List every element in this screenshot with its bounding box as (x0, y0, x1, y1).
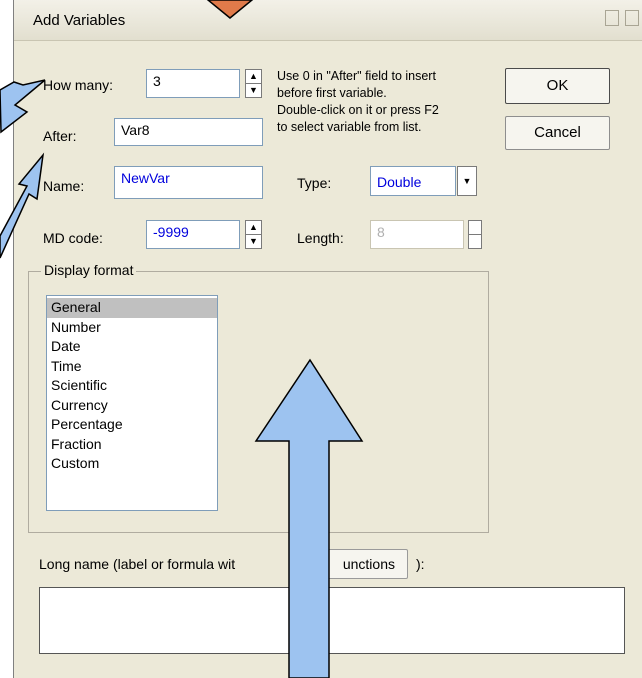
long-name-label-end: ): (416, 556, 425, 572)
title-bar-controls (605, 10, 639, 26)
functions-button[interactable]: unctions (310, 549, 408, 579)
how-many-stepper[interactable]: ▲ ▼ (245, 69, 262, 98)
after-label: After: (43, 128, 77, 144)
list-item[interactable]: Percentage (47, 415, 217, 435)
ok-button[interactable]: OK (505, 68, 610, 104)
display-format-list[interactable]: General Number Date Time Scientific Curr… (46, 295, 218, 511)
type-select-value: Double (377, 174, 422, 190)
length-input: 8 (370, 220, 464, 249)
type-select[interactable]: Double (370, 166, 456, 196)
after-hint-text: Use 0 in "After" field to insert before … (277, 68, 507, 136)
hint-line: to select variable from list. (277, 120, 422, 134)
list-item[interactable]: Number (47, 318, 217, 338)
name-label: Name: (43, 178, 85, 194)
name-input[interactable]: NewVar (114, 166, 263, 199)
how-many-input[interactable]: 3 (146, 69, 240, 98)
hint-line: Use 0 in "After" field to insert (277, 69, 436, 83)
hint-line: before first variable. (277, 86, 387, 100)
list-item[interactable]: Time (47, 357, 217, 377)
md-code-input[interactable]: -9999 (146, 220, 240, 249)
list-item[interactable]: Scientific (47, 376, 217, 396)
maximize-icon[interactable] (625, 10, 639, 26)
title-bar: Add Variables (14, 0, 642, 41)
list-item[interactable]: Currency (47, 396, 217, 416)
list-item[interactable]: Custom (47, 454, 217, 474)
cancel-button[interactable]: Cancel (505, 116, 610, 150)
hint-line: Double-click on it or press F2 (277, 103, 439, 117)
step-up-icon (469, 221, 481, 235)
after-input[interactable]: Var8 (114, 118, 263, 146)
restore-icon[interactable] (605, 10, 619, 26)
type-dropdown-button[interactable]: ▼ (457, 166, 477, 196)
list-item[interactable]: Date (47, 337, 217, 357)
step-down-icon[interactable]: ▼ (246, 235, 261, 249)
md-code-label: MD code: (43, 230, 103, 246)
list-item[interactable]: General (47, 298, 217, 318)
type-label: Type: (297, 175, 332, 191)
dialog-title: Add Variables (33, 12, 126, 29)
step-down-icon[interactable]: ▼ (246, 84, 261, 98)
how-many-label: How many: (43, 77, 114, 93)
long-name-input[interactable] (39, 587, 625, 654)
step-up-icon[interactable]: ▲ (246, 70, 261, 84)
chevron-down-icon: ▼ (462, 176, 472, 186)
list-item[interactable]: Fraction (47, 435, 217, 455)
step-down-icon (469, 235, 481, 249)
long-name-label: Long name (label or formula wit (39, 556, 236, 572)
step-up-icon[interactable]: ▲ (246, 221, 261, 235)
md-code-stepper[interactable]: ▲ ▼ (245, 220, 262, 249)
functions-button-label: unctions (342, 556, 395, 572)
length-label: Length: (297, 230, 344, 246)
length-stepper (468, 220, 482, 249)
display-format-title: Display format (41, 262, 137, 278)
